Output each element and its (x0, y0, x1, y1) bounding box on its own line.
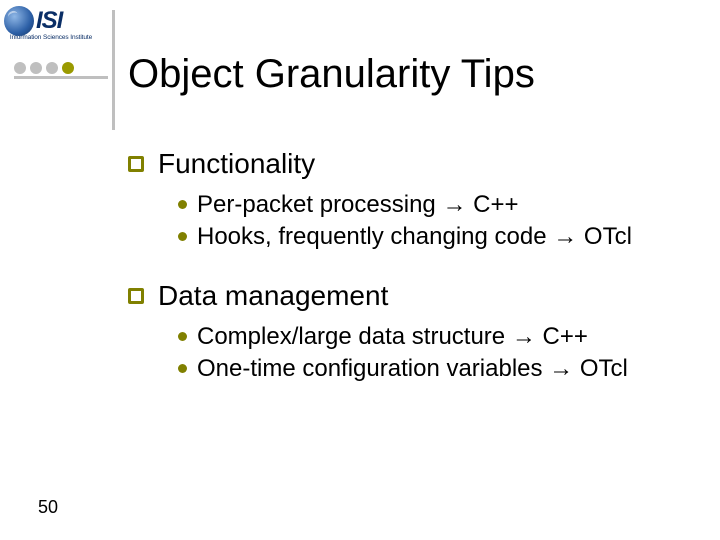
section-heading-text: Data management (158, 280, 388, 312)
square-bullet-icon (128, 288, 144, 304)
slide-title: Object Granularity Tips (128, 52, 535, 97)
section-functionality: Functionality Per-packet processing → C+… (128, 148, 688, 252)
isi-logo: ISI Information Sciences Institute (4, 6, 98, 41)
disc-bullet-icon (178, 364, 187, 373)
list-item: Hooks, frequently changing code → OTcl (178, 222, 688, 252)
logo-letters: ISI (36, 7, 62, 35)
section-items: Per-packet processing → C++ Hooks, frequ… (178, 190, 688, 252)
logo-top: ISI (4, 6, 98, 36)
section-heading: Functionality (128, 148, 688, 180)
list-item: Complex/large data structure → C++ (178, 322, 688, 352)
section-items: Complex/large data structure → C++ One-t… (178, 322, 688, 384)
slide-body: Functionality Per-packet processing → C+… (128, 148, 688, 412)
square-bullet-icon (128, 156, 144, 172)
decor-dot (30, 62, 42, 74)
decor-dots (14, 62, 108, 74)
title-decoration (14, 62, 108, 79)
page-number: 50 (38, 497, 58, 518)
list-item-text: Hooks, frequently changing code → OTcl (197, 222, 632, 252)
list-item: Per-packet processing → C++ (178, 190, 688, 220)
decor-dot (46, 62, 58, 74)
list-item: One-time configuration variables → OTcl (178, 354, 688, 384)
decor-dot-accent (62, 62, 74, 74)
globe-icon (4, 6, 34, 36)
disc-bullet-icon (178, 232, 187, 241)
list-item-text: Complex/large data structure → C++ (197, 322, 588, 352)
decor-bar (14, 76, 108, 79)
disc-bullet-icon (178, 332, 187, 341)
list-item-text: Per-packet processing → C++ (197, 190, 518, 220)
vertical-rule (112, 10, 115, 130)
list-item-text: One-time configuration variables → OTcl (197, 354, 628, 384)
disc-bullet-icon (178, 200, 187, 209)
decor-dot (14, 62, 26, 74)
section-heading-text: Functionality (158, 148, 315, 180)
section-data-management: Data management Complex/large data struc… (128, 280, 688, 384)
section-heading: Data management (128, 280, 688, 312)
